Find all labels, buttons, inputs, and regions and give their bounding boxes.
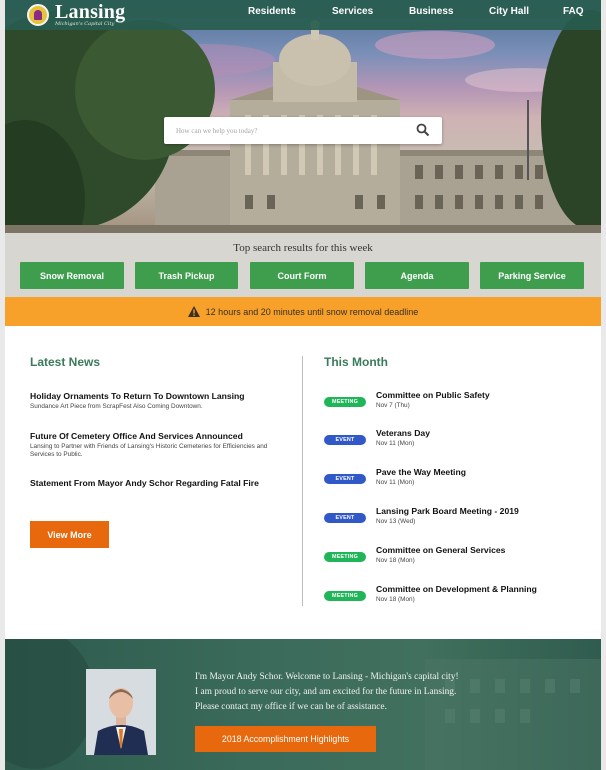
event-title[interactable]: Committee on Development & Planning: [376, 584, 537, 594]
event-badge: EVENT: [324, 513, 366, 523]
event-badge: EVENT: [324, 435, 366, 445]
event-date: Nov 11 (Mon): [376, 440, 415, 447]
event-item[interactable]: MEETING Committee on General Services No…: [324, 545, 584, 567]
quick-link-snow-removal[interactable]: Snow Removal: [20, 262, 124, 289]
page: Lansing Michigan's Capital City Resident…: [5, 0, 601, 770]
mayor-portrait: [86, 669, 156, 755]
event-item[interactable]: MEETING Committee on Public Safety Nov 7…: [324, 390, 584, 412]
event-title[interactable]: Committee on General Services: [376, 545, 505, 555]
news-item[interactable]: Holiday Ornaments To Return To Downtown …: [30, 391, 270, 411]
news-title[interactable]: Holiday Ornaments To Return To Downtown …: [30, 391, 270, 402]
event-date: Nov 7 (Thu): [376, 402, 410, 409]
event-title[interactable]: Lansing Park Board Meeting - 2019: [376, 506, 519, 516]
snow-alert-bar: 12 hours and 20 minutes until snow remov…: [5, 297, 601, 326]
column-divider: [302, 356, 303, 606]
nav-business[interactable]: Business: [409, 6, 453, 17]
nav-services[interactable]: Services: [332, 6, 373, 17]
nav-faq[interactable]: FAQ: [563, 6, 584, 17]
mayor-message: I'm Mayor Andy Schor. Welcome to Lansing…: [195, 670, 535, 715]
event-title[interactable]: Committee on Public Safety: [376, 390, 490, 400]
quick-link-parking-service[interactable]: Parking Service: [480, 262, 584, 289]
city-logo[interactable]: Lansing Michigan's Capital City: [27, 0, 125, 30]
accomplishment-highlights-button[interactable]: 2018 Accomplishment Highlights: [195, 726, 376, 752]
event-title[interactable]: Pave the Way Meeting: [376, 467, 466, 477]
event-item[interactable]: EVENT Veterans Day Nov 11 (Mon): [324, 428, 584, 450]
logo-seal-icon: [27, 4, 49, 26]
event-date: Nov 11 (Mon): [376, 479, 415, 486]
meeting-badge: MEETING: [324, 591, 366, 601]
event-title[interactable]: Veterans Day: [376, 428, 430, 438]
nav-residents[interactable]: Residents: [248, 6, 296, 17]
quick-link-court-form[interactable]: Court Form: [250, 262, 354, 289]
event-item[interactable]: EVENT Lansing Park Board Meeting - 2019 …: [324, 506, 584, 528]
news-title[interactable]: Statement From Mayor Andy Schor Regardin…: [30, 478, 270, 489]
meeting-badge: MEETING: [324, 552, 366, 562]
top-navigation-bar: Lansing Michigan's Capital City Resident…: [5, 0, 601, 30]
latest-news-title: Latest News: [30, 355, 101, 369]
mayor-message-line: I am proud to serve our city, and am exc…: [195, 687, 457, 697]
search-icon[interactable]: [416, 123, 430, 137]
event-item[interactable]: MEETING Committee on Development & Plann…: [324, 584, 584, 606]
logo-name: Lansing: [55, 0, 126, 23]
news-item[interactable]: Statement From Mayor Andy Schor Regardin…: [30, 478, 270, 489]
meeting-badge: MEETING: [324, 397, 366, 407]
event-badge: EVENT: [324, 474, 366, 484]
top-search-title: Top search results for this week: [233, 242, 373, 254]
logo-tagline: Michigan's Capital City: [55, 20, 115, 27]
event-date: Nov 18 (Mon): [376, 596, 415, 603]
event-date: Nov 18 (Mon): [376, 557, 415, 564]
search-box: [164, 117, 442, 144]
mayor-welcome-section: I'm Mayor Andy Schor. Welcome to Lansing…: [5, 639, 601, 770]
hero-banner: Lansing Michigan's Capital City Resident…: [5, 0, 601, 297]
mayor-photo-image: [86, 669, 156, 755]
news-item[interactable]: Future Of Cemetery Office And Services A…: [30, 431, 270, 459]
search-input[interactable]: [176, 123, 406, 138]
news-summary: Sundance Art Piece from ScrapFest Also C…: [30, 403, 203, 410]
warning-icon: [187, 306, 200, 317]
event-date: Nov 13 (Wed): [376, 518, 416, 525]
news-title[interactable]: Future Of Cemetery Office And Services A…: [30, 431, 270, 442]
mayor-message-line: I'm Mayor Andy Schor. Welcome to Lansing…: [195, 672, 459, 682]
nav-city-hall[interactable]: City Hall: [489, 6, 529, 17]
alert-text: 12 hours and 20 minutes until snow remov…: [205, 306, 419, 317]
this-month-title: This Month: [324, 355, 388, 369]
view-more-button[interactable]: View More: [30, 521, 109, 548]
mayor-message-line: Please contact my office if we can be of…: [195, 702, 387, 712]
news-summary: Lansing to Partner with Friends of Lansi…: [30, 443, 268, 458]
quick-link-trash-pickup[interactable]: Trash Pickup: [135, 262, 238, 289]
event-item[interactable]: EVENT Pave the Way Meeting Nov 11 (Mon): [324, 467, 584, 489]
quick-link-agenda[interactable]: Agenda: [365, 262, 469, 289]
